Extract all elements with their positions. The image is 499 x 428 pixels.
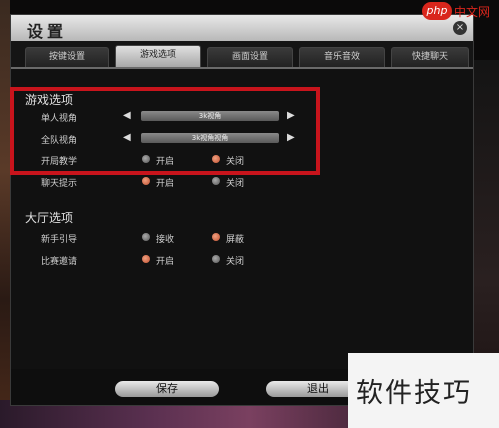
match-invite-on-radio[interactable] (142, 255, 150, 263)
tab-key-settings[interactable]: 按键设置 (25, 47, 109, 67)
match-invite-off-radio[interactable] (212, 255, 220, 263)
php-logo: php (422, 2, 452, 20)
caption-watermark: 软件技巧 (348, 353, 499, 428)
tab-display-settings[interactable]: 画面设置 (207, 47, 293, 67)
tab-game-options[interactable]: 游戏选项 (115, 45, 201, 67)
title-bar[interactable]: 设置 × (11, 15, 473, 41)
match-invite-on-label[interactable]: 开启 (156, 254, 174, 267)
tab-sound-settings[interactable]: 音乐音效 (299, 47, 385, 67)
match-invite-off-label[interactable]: 关闭 (226, 254, 244, 267)
newbie-guide-block-label[interactable]: 屏蔽 (226, 232, 244, 245)
settings-dialog: 设置 × 按键设置 游戏选项 画面设置 音乐音效 快捷聊天 游戏选项 单人视角 … (10, 14, 474, 406)
newbie-guide-accept-label[interactable]: 接收 (156, 232, 174, 245)
save-button[interactable]: 保存 (115, 381, 219, 397)
newbie-guide-accept-radio[interactable] (142, 233, 150, 241)
newbie-guide-block-radio[interactable] (212, 233, 220, 241)
dialog-title: 设置 (27, 22, 68, 41)
section-title-lobby: 大厅选项 (25, 211, 74, 225)
background-scene-left (0, 0, 10, 428)
chat-tips-label: 聊天提示 (41, 179, 78, 189)
caption-watermark-text: 软件技巧 (356, 378, 472, 409)
close-icon[interactable]: × (453, 21, 467, 35)
tab-bar: 按键设置 游戏选项 画面设置 音乐音效 快捷聊天 (11, 43, 473, 67)
site-watermark: php 中文网 (422, 0, 499, 22)
match-invite-label: 比赛邀请 (41, 257, 78, 267)
chat-tips-off-label[interactable]: 关闭 (226, 176, 244, 189)
highlight-annotation-box (10, 87, 320, 175)
chat-tips-on-radio[interactable] (142, 177, 150, 185)
newbie-guide-label: 新手引导 (41, 235, 78, 245)
site-watermark-text: 中文网 (454, 5, 491, 19)
chat-tips-off-radio[interactable] (212, 177, 220, 185)
tab-quick-chat[interactable]: 快捷聊天 (391, 47, 469, 67)
chat-tips-on-label[interactable]: 开启 (156, 176, 174, 189)
